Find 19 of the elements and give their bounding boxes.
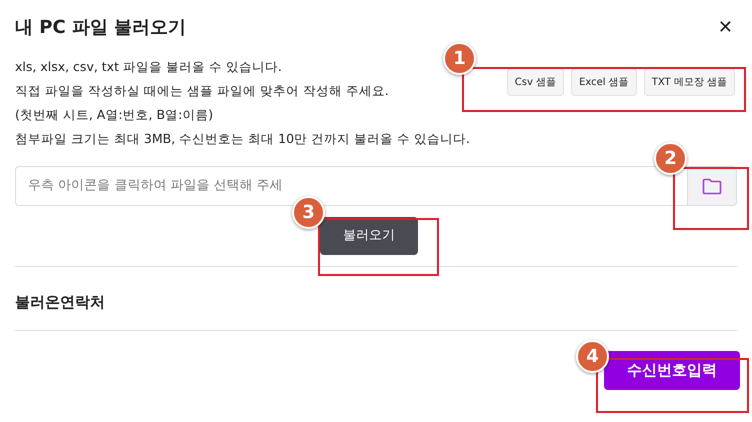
step-badge: 3 bbox=[292, 196, 325, 229]
description-text: (첫번째 시트, A열:번호, B열:이름) bbox=[15, 106, 214, 124]
section-title: 불러온연락처 bbox=[15, 292, 106, 313]
step-badge: 2 bbox=[654, 142, 687, 175]
dialog-title: 내 PC 파일 불러오기 bbox=[15, 16, 186, 40]
description-text: 첨부파일 크기는 최대 3MB, 수신번호는 최대 10만 건까지 불러올 수 있습니다. bbox=[15, 130, 470, 148]
step-badge: 4 bbox=[576, 340, 609, 373]
description-text: 직접 파일을 작성하실 때에는 샘플 파일에 맞추어 작성해 주세요. bbox=[15, 82, 389, 100]
load-button[interactable]: 불러오기 bbox=[320, 217, 418, 255]
sample-button[interactable]: Csv 샘플 bbox=[506, 68, 564, 96]
description-text: xls, xlsx, csv, txt 파일을 불러올 수 있습니다. bbox=[15, 58, 282, 76]
step-badge: 1 bbox=[443, 42, 476, 75]
submit-button[interactable]: 수신번호입력 bbox=[604, 350, 740, 390]
file-field[interactable]: 우측 아이콘을 클릭하여 파일을 선택해 주세 bbox=[15, 166, 687, 206]
folder-button[interactable] bbox=[687, 166, 737, 206]
sample-button[interactable]: Excel 샘플 bbox=[571, 68, 637, 96]
sample-button[interactable]: TXT 메모장 샘플 bbox=[644, 68, 735, 96]
folder-icon bbox=[702, 178, 722, 194]
close-button[interactable]: ✕ bbox=[718, 14, 733, 41]
